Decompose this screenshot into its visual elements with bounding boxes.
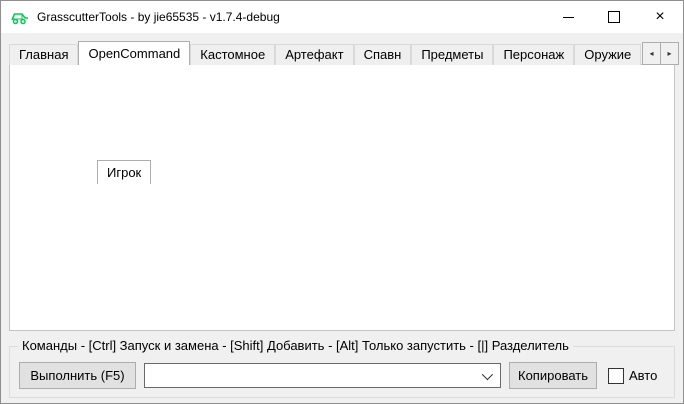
- run-button[interactable]: Выполнить (F5): [19, 362, 136, 389]
- auto-checkbox-label: Авто: [629, 368, 657, 383]
- tab-personazh[interactable]: Персонаж: [493, 44, 574, 65]
- auto-checkbox[interactable]: [608, 368, 624, 384]
- tab-spavn[interactable]: Спавн: [354, 44, 412, 65]
- tab-predmety[interactable]: Предметы: [411, 44, 493, 65]
- window-controls: ×: [545, 1, 683, 33]
- command-combobox[interactable]: [144, 363, 501, 388]
- minimize-icon: [563, 17, 574, 18]
- tab-igrok[interactable]: Игрок: [97, 160, 151, 184]
- title-bar: GrasscutterTools - by jie65535 - v1.7.4-…: [1, 1, 683, 33]
- close-button[interactable]: ×: [637, 1, 683, 33]
- commands-group-title: Команды - [Ctrl] Запуск и замена - [Shif…: [18, 338, 573, 353]
- tab-artefakt[interactable]: Артефакт: [275, 44, 353, 65]
- close-icon: ×: [655, 9, 664, 25]
- tab-scroll-buttons: ◂ ▸: [643, 42, 679, 65]
- chevron-down-icon[interactable]: [482, 368, 493, 379]
- window-title: GrasscutterTools - by jie65535 - v1.7.4-…: [37, 10, 280, 24]
- copy-button[interactable]: Копировать: [509, 362, 597, 389]
- minimize-button[interactable]: [545, 1, 591, 33]
- grasscutter-cart-icon: [10, 10, 30, 25]
- tab-kastomnoe[interactable]: Кастомное: [190, 44, 275, 65]
- opencommand-tab-page: [9, 64, 675, 331]
- main-tab-strip: Главная OpenCommand Кастомное Артефакт С…: [9, 41, 641, 65]
- tab-oruzhie[interactable]: Оружие: [574, 44, 641, 65]
- tab-opencommand[interactable]: OpenCommand: [78, 41, 190, 65]
- tab-scroll-right-icon[interactable]: ▸: [660, 42, 679, 65]
- maximize-button[interactable]: [591, 1, 637, 33]
- tab-glavnaya[interactable]: Главная: [9, 44, 78, 65]
- maximize-icon: [608, 11, 620, 23]
- app-window: GrasscutterTools - by jie65535 - v1.7.4-…: [0, 0, 684, 404]
- tab-scroll-left-icon[interactable]: ◂: [642, 42, 661, 65]
